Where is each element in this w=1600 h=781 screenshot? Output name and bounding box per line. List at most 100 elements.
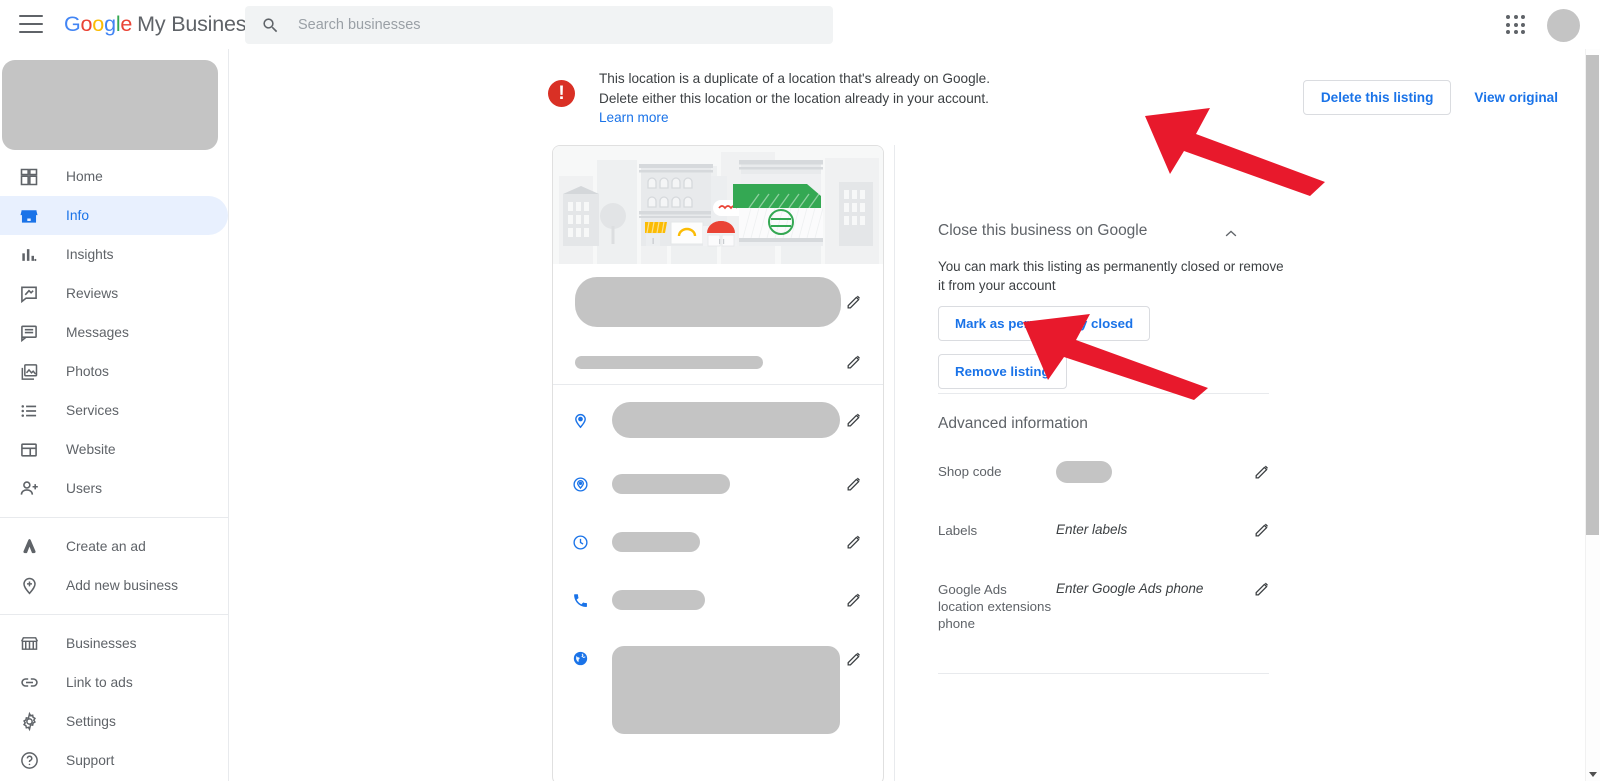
labels-row[interactable]: Labels Enter labels — [938, 522, 1283, 539]
sidebar-item-label: Add new business — [66, 578, 178, 593]
chevron-up-icon[interactable] — [1222, 225, 1240, 248]
hours-placeholder — [612, 532, 700, 552]
sidebar-item-reviews[interactable]: Reviews — [0, 274, 228, 313]
address-row[interactable] — [553, 385, 883, 455]
section-divider — [938, 673, 1269, 674]
phone-icon — [569, 592, 591, 609]
sidebar-item-info[interactable]: Info — [0, 196, 228, 235]
shop-code-label: Shop code — [938, 464, 1002, 479]
delete-this-listing-button[interactable]: Delete this listing — [1302, 80, 1452, 115]
website-placeholder — [612, 646, 840, 734]
service-area-icon — [569, 476, 591, 493]
error-exclamation-icon: ! — [548, 80, 575, 107]
sidebar-item-insights[interactable]: Insights — [0, 235, 228, 274]
service-area-row[interactable] — [553, 455, 883, 513]
address-placeholder — [612, 402, 840, 438]
section-divider — [938, 393, 1269, 394]
business-name-row[interactable] — [553, 264, 883, 340]
sidebar-item-label: Photos — [66, 364, 109, 379]
alert-actions: Delete this listing View original — [1302, 80, 1558, 115]
avatar[interactable] — [1547, 9, 1580, 42]
edit-pencil-icon[interactable] — [845, 649, 865, 669]
sidebar-item-add-new-business[interactable]: Add new business — [0, 566, 228, 605]
sidebar-item-home[interactable]: Home — [0, 157, 228, 196]
edit-pencil-icon[interactable] — [845, 410, 865, 430]
alert-line-1: This location is a duplicate of a locati… — [599, 71, 991, 86]
sidebar-item-create-an-ad[interactable]: Create an ad — [0, 527, 228, 566]
sidebar-item-label: Website — [66, 442, 116, 457]
sidebar-item-label: Services — [66, 403, 119, 418]
website-row[interactable] — [553, 629, 883, 741]
search-icon — [261, 16, 280, 35]
mark-as-permanently-closed-button[interactable]: Mark as permanently closed — [938, 306, 1151, 341]
store-icon — [17, 632, 41, 656]
labels-label: Labels — [938, 523, 978, 538]
shop-code-placeholder — [1056, 461, 1112, 483]
close-business-description: You can mark this listing as permanently… — [938, 259, 1284, 293]
business-name-placeholder — [575, 277, 841, 327]
top-app-bar: Google My Business — [0, 0, 1600, 49]
google-wordmark: Google — [64, 11, 133, 36]
close-business-title: Close this business on Google — [938, 222, 1148, 239]
sidebar-item-support[interactable]: Support — [0, 741, 228, 780]
photo-library-icon — [17, 360, 41, 384]
scroll-down-arrow-icon[interactable] — [1589, 772, 1597, 777]
labels-value: Enter labels — [1056, 522, 1128, 537]
edit-pencil-icon[interactable] — [1253, 579, 1273, 599]
sidebar-item-label: Info — [66, 208, 90, 223]
sidebar-item-link-to-ads[interactable]: Link to ads — [0, 663, 228, 702]
clock-hours-icon — [569, 534, 591, 551]
edit-pencil-icon[interactable] — [845, 474, 865, 494]
page-scrollbar-thumb[interactable] — [1586, 55, 1599, 535]
sidebar-item-messages[interactable]: Messages — [0, 313, 228, 352]
google-ads-phone-label: Google Ads location extensions phone — [938, 582, 1052, 631]
sidebar-item-settings[interactable]: Settings — [0, 702, 228, 741]
business-settings-panel: Close this business on Google You can ma… — [894, 145, 1294, 781]
edit-pencil-icon[interactable] — [1253, 462, 1273, 482]
sidebar-item-services[interactable]: Services — [0, 391, 228, 430]
sidebar-item-businesses[interactable]: Businesses — [0, 624, 228, 663]
sidebar-group-account: Businesses Link to ads Settings Support — [0, 624, 228, 780]
shop-code-row[interactable]: Shop code — [938, 461, 1283, 483]
remove-listing-button[interactable]: Remove listing — [938, 354, 1067, 389]
alert-line-2: Delete either this location or the locat… — [599, 91, 989, 106]
sidebar-item-users[interactable]: Users — [0, 469, 228, 508]
storefront-icon — [17, 204, 41, 228]
google-ads-phone-row[interactable]: Google Ads location extensions phone Ent… — [938, 581, 1283, 632]
duplicate-location-alert: ! This location is a duplicate of a loca… — [548, 64, 1558, 127]
alert-message: This location is a duplicate of a locati… — [599, 69, 1303, 127]
website-globe-icon — [569, 650, 591, 667]
sidebar-item-label: Insights — [66, 247, 114, 262]
hamburger-menu-icon[interactable] — [19, 15, 43, 33]
business-category-row[interactable] — [553, 340, 883, 384]
apps-grid-icon[interactable] — [1505, 14, 1527, 36]
view-original-button[interactable]: View original — [1474, 90, 1558, 105]
sidebar-group-ads: Create an ad Add new business — [0, 527, 228, 605]
advanced-information-title: Advanced information — [938, 415, 1088, 432]
left-sidebar: Home Info Insights Reviews Messages Phot… — [0, 49, 229, 781]
service-area-placeholder — [612, 474, 730, 494]
sidebar-item-photos[interactable]: Photos — [0, 352, 228, 391]
sidebar-item-label: Settings — [66, 714, 116, 729]
link-icon — [17, 671, 41, 695]
sidebar-divider — [0, 517, 228, 518]
hours-row[interactable] — [553, 513, 883, 571]
edit-pencil-icon[interactable] — [1253, 520, 1273, 540]
add-user-icon — [17, 477, 41, 501]
dashboard-icon — [17, 165, 41, 189]
edit-pencil-icon[interactable] — [845, 532, 865, 552]
sidebar-item-website[interactable]: Website — [0, 430, 228, 469]
review-icon — [17, 282, 41, 306]
search-bar[interactable] — [245, 6, 833, 44]
edit-pencil-icon[interactable] — [845, 352, 865, 372]
google-ads-icon — [17, 535, 41, 559]
phone-row[interactable] — [553, 571, 883, 629]
edit-pencil-icon[interactable] — [845, 590, 865, 610]
business-selector-placeholder[interactable] — [2, 60, 218, 150]
sidebar-item-label: Support — [66, 753, 115, 768]
learn-more-link[interactable]: Learn more — [599, 110, 669, 125]
google-ads-phone-value: Enter Google Ads phone — [1056, 581, 1204, 596]
search-input[interactable] — [298, 17, 798, 33]
edit-pencil-icon[interactable] — [845, 292, 865, 312]
bar-chart-icon — [17, 243, 41, 267]
